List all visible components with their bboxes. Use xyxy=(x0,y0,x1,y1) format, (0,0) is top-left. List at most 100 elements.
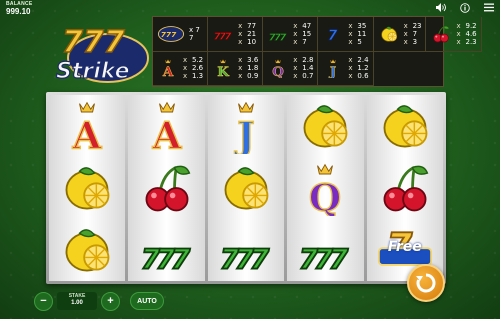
paytable-pay-row: x 2.6 xyxy=(183,64,203,72)
paytable-pay-row: x 11 xyxy=(348,30,366,38)
pay-multiplier-sign: x xyxy=(238,21,243,30)
paytable-cell-letter-k: Kx 3.6 x 1.8 x 0.9 xyxy=(208,51,264,86)
balance-value: 999.10 xyxy=(6,7,31,16)
svg-text:7: 7 xyxy=(224,31,231,42)
paytable-wild-text: x 7 7 xyxy=(189,25,200,42)
pay-multiplier-sign: x xyxy=(293,56,298,65)
svg-text:A: A xyxy=(72,113,103,154)
letter-k-icon: K xyxy=(212,57,234,79)
pay-value: 4.6 xyxy=(465,29,477,38)
reel-symbol-lemon xyxy=(49,219,125,281)
pay-value: 10 xyxy=(247,37,257,46)
balance-display: BALANCE 999.10 xyxy=(6,2,33,16)
paytable-pay-row: x 23 xyxy=(404,22,422,30)
svg-text:A: A xyxy=(162,64,174,78)
lemon-icon xyxy=(65,229,110,272)
pay-multiplier-sign: x xyxy=(238,72,243,81)
pay-value: 2.6 xyxy=(192,64,204,73)
pay-value: 1.2 xyxy=(357,64,369,73)
pay-multiplier-sign: x xyxy=(348,21,353,30)
reel-symbol-777: 777 xyxy=(128,219,204,281)
svg-text:7: 7 xyxy=(250,243,270,276)
lemon-icon xyxy=(65,167,110,210)
pay-value: 21 xyxy=(247,29,257,38)
stake-increase-button[interactable]: + xyxy=(101,291,120,311)
pay-multiplier-sign: x xyxy=(403,21,408,30)
svg-text:7: 7 xyxy=(170,243,190,276)
reel-symbol-lemon xyxy=(208,157,284,219)
paytable-cell-letter-q: Qx 2.8 x 1.4 x 0.7 xyxy=(263,51,319,86)
lemon-icon xyxy=(383,105,428,148)
paytable-pay-row: x 9.2 xyxy=(456,22,476,30)
stake-label: STAKE xyxy=(68,293,86,299)
paytable-cell-letter-j: Jx 2.4 x 1.2 x 0.6 xyxy=(318,51,374,86)
paytable-pays: x 2.4 x 1.2 x 0.6 xyxy=(348,56,368,80)
letter-q-icon: Q xyxy=(308,163,342,216)
paytable-cell-letter-a: Ax 5.2 x 2.6 x 1.3 xyxy=(153,51,209,86)
letter-j-icon: J xyxy=(233,101,256,154)
paytable-pay-row: x 21 xyxy=(238,30,256,38)
reels: A A 7 7 7 J 7 7 7 Q 7 7 7 7 Free xyxy=(46,92,446,284)
info-icon[interactable] xyxy=(460,3,470,16)
reel-symbol-lemon xyxy=(367,95,443,157)
lemon-icon xyxy=(303,105,348,148)
pay-value: 47 xyxy=(302,21,312,30)
paytable-pay-row: x 77 xyxy=(238,22,256,30)
pay-multiplier-sign: x xyxy=(238,56,243,65)
pay-multiplier-sign: x xyxy=(456,21,461,30)
pay-multiplier-sign: x xyxy=(456,37,461,46)
paytable-pay-row: x 35 xyxy=(348,22,366,30)
pay-multiplier-sign: x xyxy=(348,72,353,81)
paytable-pay-row: x 0.9 xyxy=(238,72,258,80)
speaker-icon[interactable] xyxy=(436,3,446,16)
paytable-pay-row: x 3.6 xyxy=(238,56,258,64)
spin-button[interactable] xyxy=(407,264,445,302)
pay-value: 9.2 xyxy=(465,21,477,30)
pay-value: 2.3 xyxy=(465,37,477,46)
pay-multiplier-sign: x xyxy=(293,37,298,46)
pay-multiplier-sign: x xyxy=(348,64,353,73)
paytable-pay-row: x 0.6 xyxy=(348,72,368,80)
lemon-icon xyxy=(224,167,269,210)
letter-a-icon: A xyxy=(157,57,179,79)
spin-icon xyxy=(416,273,436,293)
777-icon: 777 xyxy=(298,242,350,277)
pay-multiplier-sign: x xyxy=(238,64,243,73)
logo-strike-text: Strike xyxy=(56,59,130,84)
paytable-pays: x 23 x 7 x 3 xyxy=(404,22,422,46)
svg-text:J: J xyxy=(234,113,255,154)
paytable-pay-row: x 10 xyxy=(238,38,256,46)
pay-multiplier-sign: x xyxy=(238,37,243,46)
svg-text:7: 7 xyxy=(329,243,349,276)
letter-a-icon: A xyxy=(150,101,183,154)
pay-value: 3.6 xyxy=(247,56,259,65)
game-logo: 777 Strike xyxy=(50,18,154,86)
pay-multiplier-sign: x xyxy=(293,64,298,73)
reel-symbol-cherry xyxy=(367,157,443,219)
svg-text:A: A xyxy=(151,113,182,154)
paytable-pays: x 77 x 21 x 10 xyxy=(238,22,256,46)
pay-value: 3 xyxy=(412,37,418,46)
pay-multiplier-sign: x xyxy=(348,37,353,46)
paytable-pay-row: x5 xyxy=(348,38,366,46)
paytable-cell-blue-7: 7 x 35 x 11 x 5 xyxy=(318,17,374,52)
paytable-pay-row: x 47 xyxy=(293,22,311,30)
logo-777-text: 777 xyxy=(62,25,125,60)
pay-value: 11 xyxy=(357,29,367,38)
stake-decrease-button[interactable]: − xyxy=(34,291,53,311)
menu-icon[interactable] xyxy=(484,3,494,16)
paytable-pay-row: x 5.2 xyxy=(183,56,203,64)
free-spins-text: Free xyxy=(387,239,422,255)
cherry-icon xyxy=(430,23,452,45)
svg-text:Q: Q xyxy=(272,64,284,78)
pay-value: 0.6 xyxy=(357,72,369,81)
autoplay-button[interactable]: AUTO xyxy=(130,292,164,310)
pay-value: 5.2 xyxy=(192,56,204,65)
pay-value: 2.4 xyxy=(357,56,369,65)
red-777-icon: 777 xyxy=(212,23,234,45)
paytable-pays: x 47 x 15 x 7 xyxy=(293,22,311,46)
reel-1: A xyxy=(49,95,126,281)
svg-text:7: 7 xyxy=(280,32,287,43)
top-icons xyxy=(436,3,494,16)
reel-symbol-lemon xyxy=(49,157,125,219)
